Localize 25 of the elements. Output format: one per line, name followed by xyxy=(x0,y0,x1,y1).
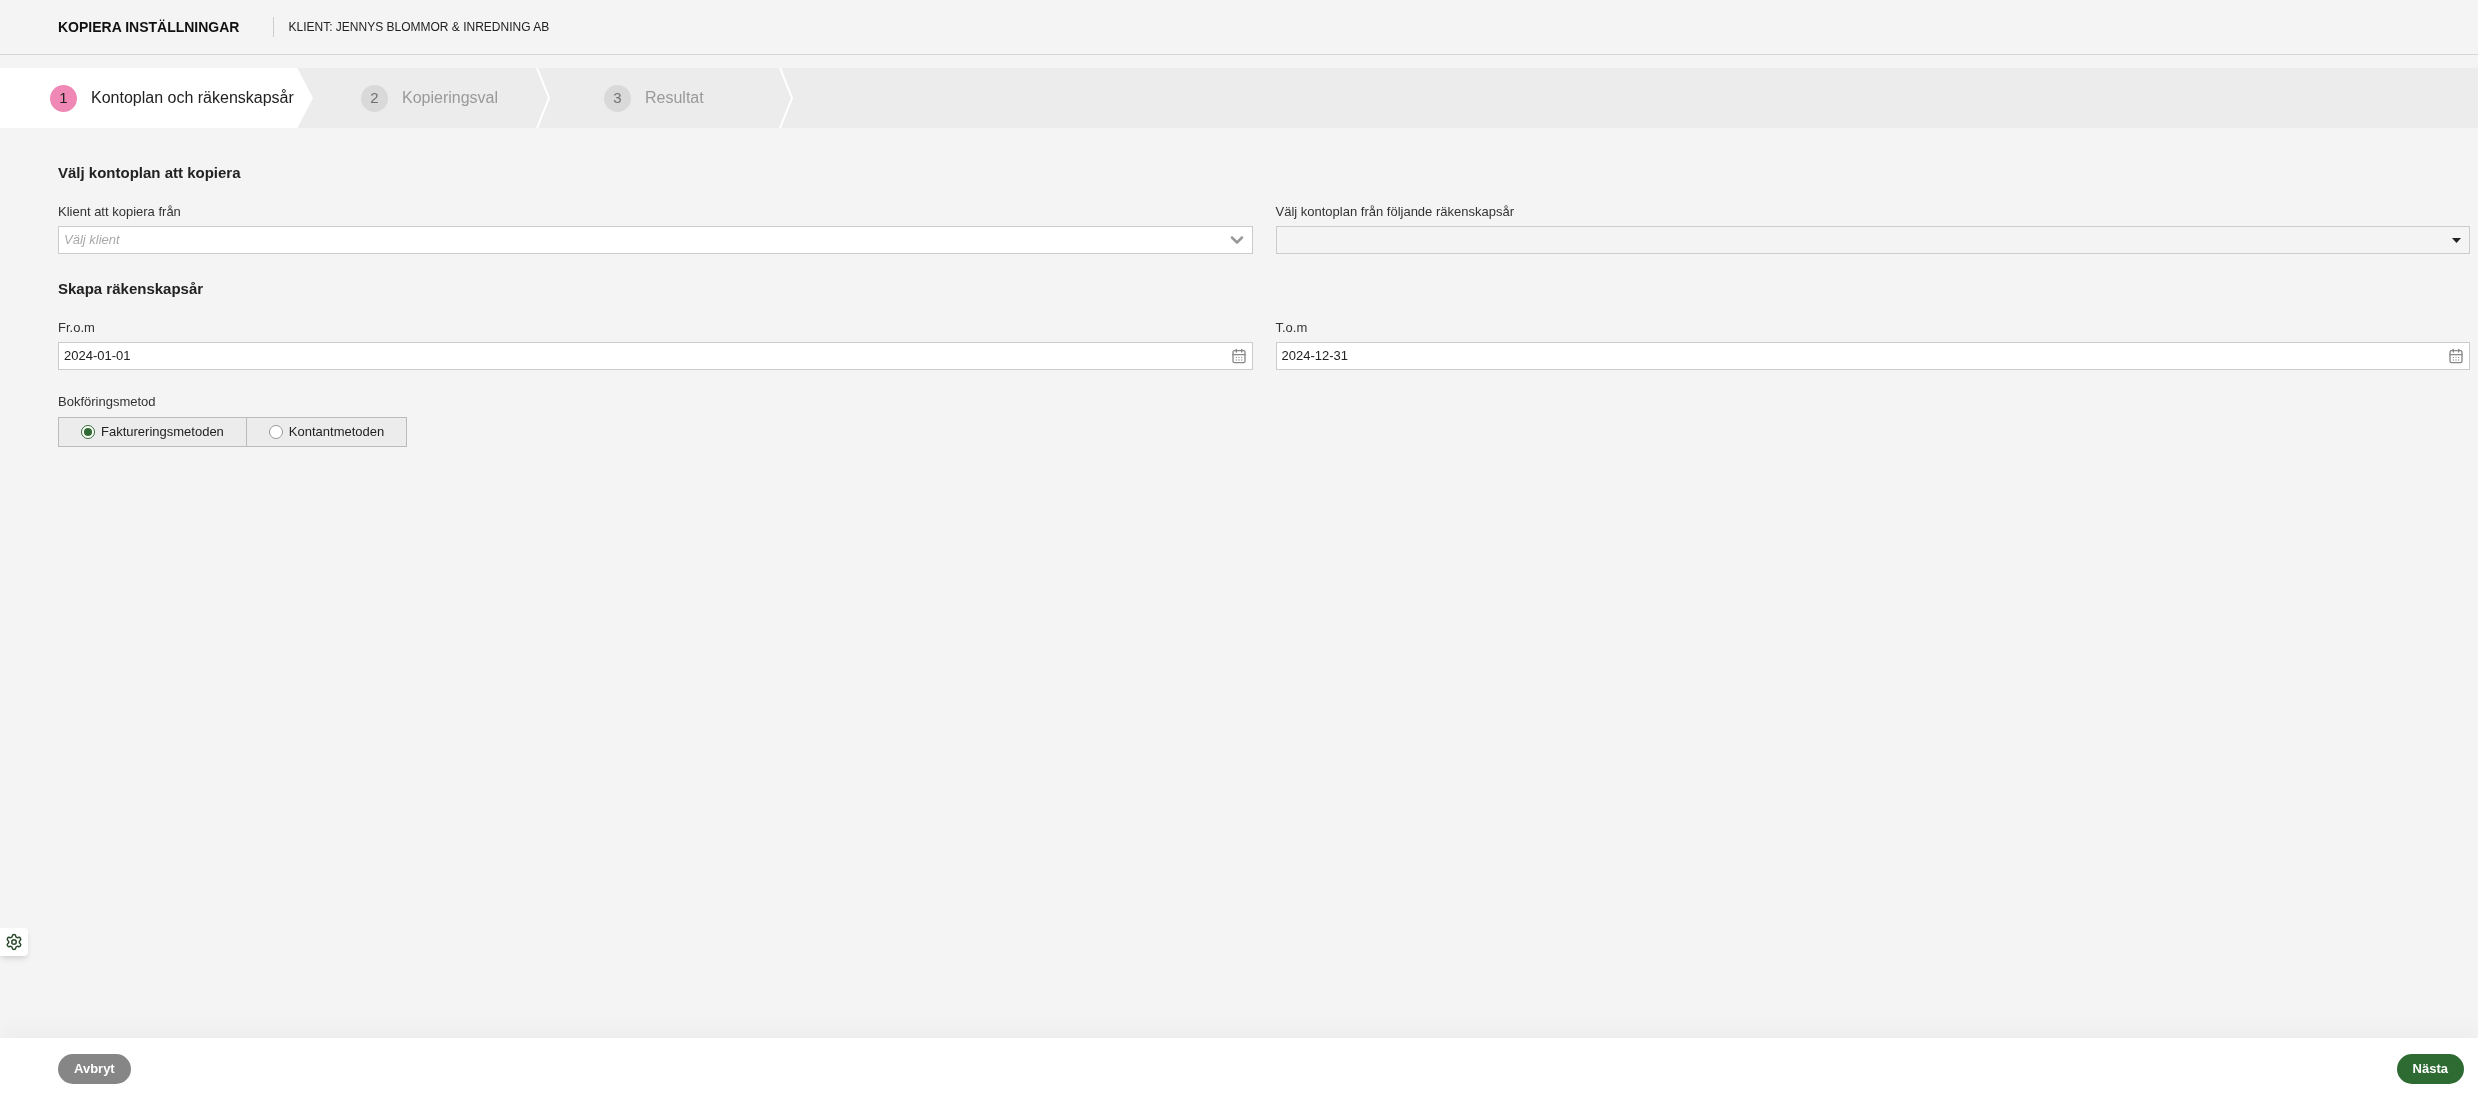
wizard-step[interactable]: 3 Resultat xyxy=(556,68,799,128)
caret-icon xyxy=(2452,237,2461,243)
settings-icon xyxy=(5,933,23,951)
section-title: Välj kontoplan att kopiera xyxy=(58,163,242,183)
cancel-button[interactable]: Avbryt xyxy=(58,1053,131,1084)
wizard-step[interactable]: 1 Kontoplan och räkenskapsår xyxy=(0,68,313,128)
field-label: T.o.m xyxy=(1275,318,1309,337)
radio-button[interactable] xyxy=(268,424,283,439)
next-button[interactable]: Nästa xyxy=(2396,1053,2464,1084)
radio-option[interactable]: Kontantmetoden xyxy=(246,416,408,447)
page-title: KOPIERA INSTÄLLNINGAR xyxy=(58,17,240,37)
client-name: KLIENT: JENNYS BLOMMOR & INREDNING AB xyxy=(288,19,550,36)
settings-button[interactable] xyxy=(0,928,28,956)
date-field[interactable]: 2024-01-01 xyxy=(58,342,1253,370)
section-title: Skapa räkenskapsår xyxy=(58,279,205,299)
wizard-step[interactable]: 2 Kopieringsval xyxy=(313,68,556,128)
field-label: Välj kontoplan från följande räkenskapsår xyxy=(1275,202,1515,221)
calendar-icon[interactable] xyxy=(1230,348,1247,364)
field-label: Bokföringsmetod xyxy=(58,393,157,411)
radio-button[interactable] xyxy=(81,424,95,439)
radio-option[interactable]: Faktureringsmetoden xyxy=(58,416,247,447)
field-label: Klient att kopiera från xyxy=(58,202,182,221)
calendar-icon[interactable] xyxy=(2448,348,2464,364)
field-label: Fr.o.m xyxy=(58,318,96,337)
date-field[interactable]: 2024-12-31 xyxy=(1275,342,2470,370)
